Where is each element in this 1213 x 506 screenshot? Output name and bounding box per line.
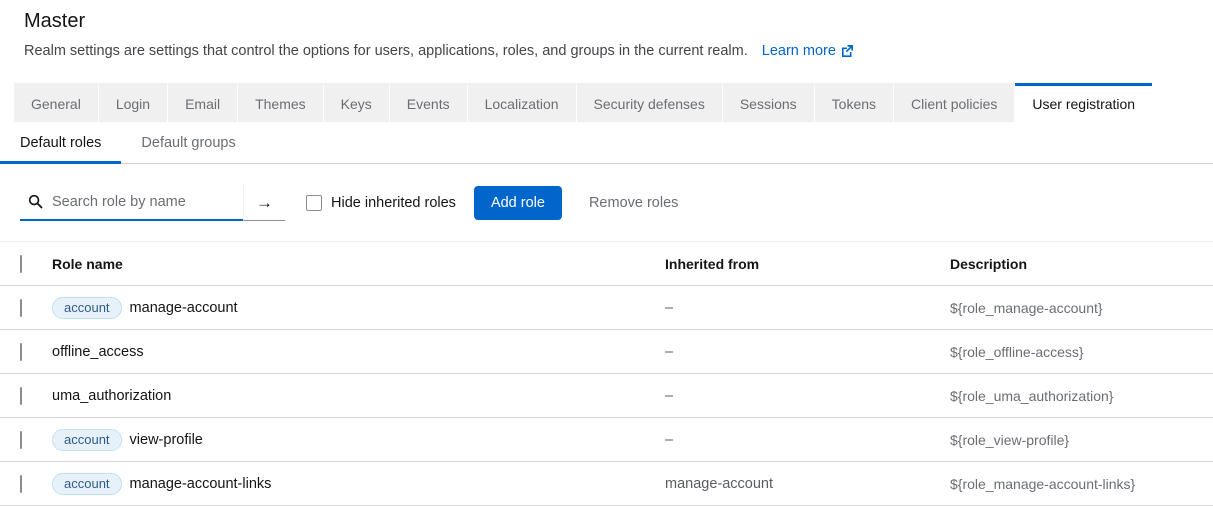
external-link-icon	[841, 44, 854, 61]
remove-roles-button[interactable]: Remove roles	[589, 186, 678, 220]
role-name: manage-account	[130, 300, 238, 316]
subtab-default-groups[interactable]: Default groups	[121, 122, 255, 164]
role-name: offline_access	[52, 344, 144, 360]
column-header-description: Description	[942, 242, 1213, 286]
role-description: ${role_offline-access}	[942, 330, 1213, 374]
roles-toolbar: → Hide inherited roles Add role Remove r…	[0, 164, 1213, 241]
role-name: view-profile	[130, 432, 203, 448]
tab-themes[interactable]: Themes	[238, 83, 324, 122]
select-all-checkbox[interactable]	[20, 255, 22, 273]
role-description: ${role_uma_authorization}	[942, 374, 1213, 418]
roles-table: Role name Inherited from Description acc…	[0, 241, 1213, 506]
table-row: offline_access – ${role_offline-access}	[0, 330, 1213, 374]
tab-events[interactable]: Events	[390, 83, 468, 122]
add-role-button[interactable]: Add role	[474, 186, 562, 220]
page-description-text: Realm settings are settings that control…	[24, 43, 748, 59]
tab-user-registration[interactable]: User registration	[1015, 83, 1152, 122]
role-name: manage-account-links	[130, 476, 272, 492]
tab-client-policies[interactable]: Client policies	[894, 83, 1015, 122]
tab-email[interactable]: Email	[168, 83, 238, 122]
client-badge: account	[52, 429, 122, 451]
row-checkbox[interactable]	[20, 387, 22, 405]
table-header-row: Role name Inherited from Description	[0, 242, 1213, 286]
hide-inherited-control: Hide inherited roles	[306, 195, 456, 211]
search-box	[20, 185, 243, 221]
inherited-from-value: manage-account	[657, 462, 942, 506]
learn-more-link[interactable]: Learn more	[762, 43, 854, 59]
row-checkbox[interactable]	[20, 431, 22, 449]
tab-sessions[interactable]: Sessions	[723, 83, 815, 122]
role-description: ${role_manage-account-links}	[942, 462, 1213, 506]
hide-inherited-label[interactable]: Hide inherited roles	[331, 195, 456, 211]
client-badge: account	[52, 297, 122, 319]
subtab-default-roles[interactable]: Default roles	[0, 122, 121, 164]
table-row: account manage-account-links manage-accou…	[0, 462, 1213, 506]
page-description: Realm settings are settings that control…	[24, 43, 1189, 61]
row-checkbox[interactable]	[20, 343, 22, 361]
search-group: →	[20, 185, 285, 221]
inherited-from-value: –	[657, 418, 942, 462]
tab-general[interactable]: General	[14, 83, 99, 122]
column-header-role-name: Role name	[44, 242, 657, 286]
tab-tokens[interactable]: Tokens	[815, 83, 894, 122]
learn-more-label: Learn more	[762, 43, 836, 59]
search-input[interactable]	[20, 185, 243, 219]
role-description: ${role_view-profile}	[942, 418, 1213, 462]
table-row: uma_authorization – ${role_uma_authoriza…	[0, 374, 1213, 418]
search-submit-button[interactable]: →	[243, 185, 285, 221]
realm-settings-tabs: General Login Email Themes Keys Events L…	[14, 83, 1213, 122]
row-checkbox[interactable]	[20, 475, 22, 493]
row-checkbox[interactable]	[20, 299, 22, 317]
column-header-inherited-from: Inherited from	[657, 242, 942, 286]
inherited-from-value: –	[657, 330, 942, 374]
user-registration-subtabs: Default roles Default groups	[0, 122, 1213, 164]
inherited-from-value: –	[657, 374, 942, 418]
tab-localization[interactable]: Localization	[468, 83, 577, 122]
client-badge: account	[52, 473, 122, 495]
page-header: Master Realm settings are settings that …	[0, 0, 1213, 61]
search-icon	[28, 194, 43, 212]
tab-security-defenses[interactable]: Security defenses	[577, 83, 723, 122]
page-title: Master	[24, 10, 1189, 33]
inherited-from-value: –	[657, 286, 942, 330]
role-description: ${role_manage-account}	[942, 286, 1213, 330]
tab-login[interactable]: Login	[99, 83, 168, 122]
hide-inherited-checkbox[interactable]	[306, 195, 322, 211]
tab-keys[interactable]: Keys	[324, 83, 390, 122]
table-row: account manage-account – ${role_manage-ac…	[0, 286, 1213, 330]
table-row: account view-profile – ${role_view-profil…	[0, 418, 1213, 462]
role-name: uma_authorization	[52, 388, 171, 404]
